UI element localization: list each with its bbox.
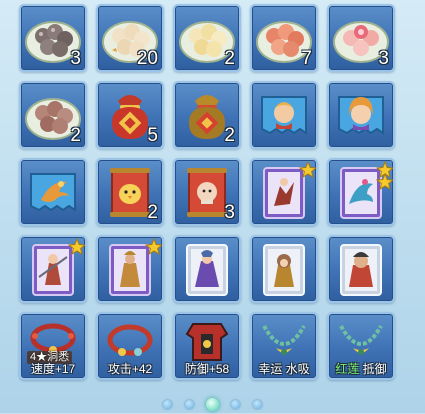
page-dot-3[interactable] xyxy=(206,398,219,412)
equipment-stat-text: 抵御 xyxy=(362,362,387,376)
inventory-slot-red-bead-bracelet[interactable]: 4★洞悉 速度+17 xyxy=(19,312,87,380)
equipment-stat: 速度+17 xyxy=(30,362,76,376)
equipment-stat-highlight: 红莲 xyxy=(335,362,360,376)
item-count: 2 xyxy=(70,125,81,146)
silver-ogre-card-icon xyxy=(340,244,382,296)
inventory-slot-brown-dumplings[interactable]: 2 xyxy=(19,81,87,149)
page-dot-4[interactable] xyxy=(231,400,241,410)
equipment-stat: 防御+58 xyxy=(184,362,230,376)
inventory-slot-blue-phoenix-card[interactable] xyxy=(19,158,87,226)
inventory-slot-cream-dumplings[interactable]: 20 xyxy=(96,4,164,72)
star-icon xyxy=(375,160,393,191)
page-indicator xyxy=(0,396,425,412)
item-count: 3 xyxy=(70,48,81,69)
inventory-slot-jade-necklace[interactable]: 幸运 水吸 xyxy=(250,312,318,380)
inventory-slot-grey-dumplings[interactable]: 3 xyxy=(19,4,87,72)
item-count: 3 xyxy=(378,48,389,69)
inventory-slot-red-armor[interactable]: 防御+58 xyxy=(173,312,241,380)
star-icon xyxy=(67,237,85,256)
inventory-slot-silver-ogre-card[interactable] xyxy=(327,235,395,303)
inventory-slot-blue-heroine-card[interactable] xyxy=(327,81,395,149)
star-icon xyxy=(144,237,162,256)
equipment-stat: 攻击+42 xyxy=(107,362,153,376)
inventory-slot-red-lucky-bag[interactable]: 5 xyxy=(96,81,164,149)
item-count: 7 xyxy=(301,48,312,69)
inventory-slot-gold-lucky-bag[interactable]: 2 xyxy=(173,81,241,149)
item-count: 5 xyxy=(147,125,158,146)
blue-phoenix-card-icon xyxy=(30,173,76,212)
inventory-slot-red-bell-bracelet[interactable]: 攻击+42 xyxy=(96,312,164,380)
inventory-slot-flower-dumplings[interactable]: 3 xyxy=(327,4,395,72)
inventory-slot-chick-scroll[interactable]: 2 xyxy=(96,158,164,226)
item-count: 2 xyxy=(224,125,235,146)
star-icon xyxy=(298,160,316,179)
blue-heroine-card-icon xyxy=(338,96,384,135)
item-count: 2 xyxy=(224,48,235,69)
inventory-slot-red-dumplings[interactable]: 7 xyxy=(250,4,318,72)
inventory-slot-blue-hero-card[interactable] xyxy=(250,81,318,149)
page-dot-1[interactable] xyxy=(163,400,173,410)
inventory-slot-purple-swordsman-card[interactable] xyxy=(19,235,87,303)
page-dot-5[interactable] xyxy=(252,400,262,410)
inventory-slot-purple-general-card[interactable] xyxy=(96,235,164,303)
equipment-stat: 幸运 水吸 xyxy=(258,362,310,376)
item-count: 20 xyxy=(136,48,158,69)
inventory-slot-yellow-dumplings[interactable]: 2 xyxy=(173,4,241,72)
inventory-slot-purple-warrior-card[interactable] xyxy=(250,158,318,226)
item-count: 2 xyxy=(147,202,158,223)
equipment-stat: 红莲 抵御 xyxy=(329,362,393,376)
blue-hero-card-icon xyxy=(261,96,307,135)
inventory-slot-silver-knight-card[interactable] xyxy=(173,235,241,303)
page-dot-2[interactable] xyxy=(184,400,194,410)
inventory-slot-silver-monkey-card[interactable] xyxy=(250,235,318,303)
inventory-slot-monk-scroll[interactable]: 3 xyxy=(173,158,241,226)
inventory-slot-jade-pendant-necklace[interactable]: 红莲 抵御 xyxy=(327,312,395,380)
silver-knight-card-icon xyxy=(186,244,228,296)
item-count: 3 xyxy=(224,202,235,223)
silver-monkey-card-icon xyxy=(263,244,305,296)
inventory-slot-purple-dragon-card[interactable] xyxy=(327,158,395,226)
